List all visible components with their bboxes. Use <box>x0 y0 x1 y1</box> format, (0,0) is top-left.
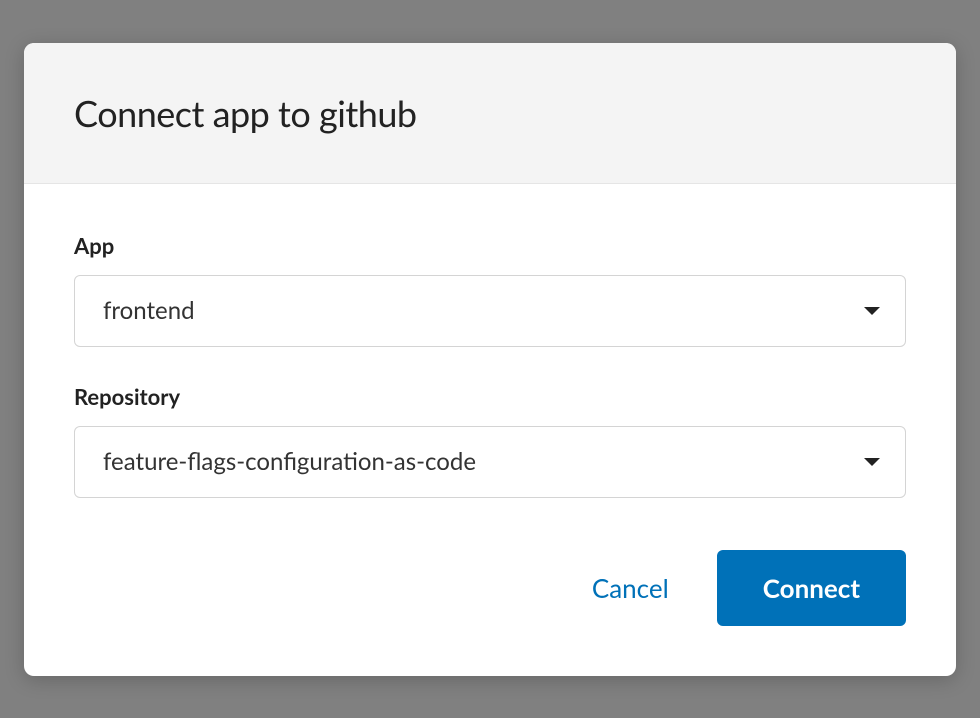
app-field-group: App frontend <box>74 232 906 347</box>
repository-label: Repository <box>74 383 906 410</box>
modal-footer: Cancel Connect <box>24 550 956 676</box>
app-select-value: frontend <box>74 275 906 347</box>
modal-header: Connect app to github <box>24 43 956 184</box>
repository-select-value: feature-flags-configuration-as-code <box>74 426 906 498</box>
modal-title: Connect app to github <box>74 91 906 135</box>
app-label: App <box>74 232 906 259</box>
repository-field-group: Repository feature-flags-configuration-a… <box>74 383 906 498</box>
app-select[interactable]: frontend <box>74 275 906 347</box>
connect-app-modal: Connect app to github App frontend Repos… <box>24 43 956 676</box>
repository-select[interactable]: feature-flags-configuration-as-code <box>74 426 906 498</box>
connect-button[interactable]: Connect <box>717 550 906 626</box>
cancel-button[interactable]: Cancel <box>588 564 673 612</box>
modal-body: App frontend Repository feature-flags-co… <box>24 184 956 550</box>
